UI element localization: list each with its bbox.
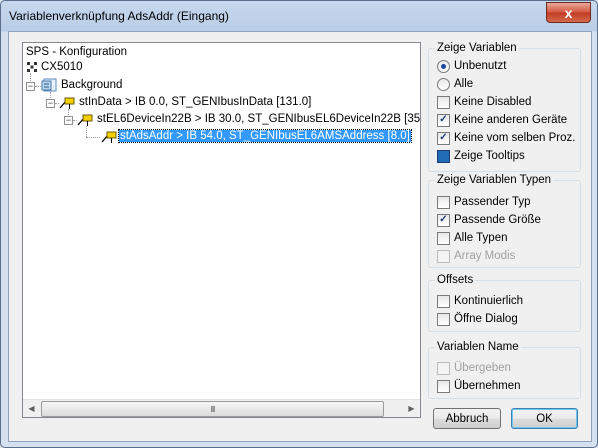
checkbox-unchecked-icon — [437, 379, 450, 393]
group-zeige-variablen: Zeige Variablen Unbenutzt Alle Keine Dis… — [428, 42, 581, 172]
radio-unselected-icon — [437, 77, 450, 91]
scroll-right-arrow-icon[interactable]: ▶ — [403, 400, 420, 417]
scrollbar-thumb[interactable]: III — [41, 401, 384, 417]
close-button[interactable]: x — [546, 2, 591, 23]
checkbox-keine-disabled[interactable]: Keine Disabled — [437, 94, 531, 110]
dialog-client-area: SPS - Konfiguration CX5010 − Background … — [8, 31, 592, 442]
expand-stel6device-toggle[interactable]: − — [64, 116, 73, 125]
input-variable-icon — [59, 97, 75, 109]
ok-button[interactable]: OK — [511, 408, 578, 429]
group-zeige-variablen-typen: Zeige Variablen Typen Passender Typ ✓ Pa… — [428, 174, 581, 268]
checkbox-keine-anderen-geraete[interactable]: ✓ Keine anderen Geräte — [437, 112, 567, 128]
scroll-left-arrow-icon[interactable]: ◀ — [23, 400, 40, 417]
variable-tree[interactable]: SPS - Konfiguration CX5010 − Background … — [22, 42, 421, 418]
tree-stadsaddr-label-selected[interactable]: stAdsAddr > IB 54.0, ST_GENIbusEL6AMSAdd… — [118, 129, 412, 143]
window-title: Variablenverknüpfung AdsAddr (Eingang) — [9, 9, 229, 23]
checkbox-disabled-icon — [437, 249, 450, 263]
tree-stel6device-label[interactable]: stEL6DeviceIn22B > IB 30.0, ST_GENIbusEL… — [97, 112, 420, 127]
checkbox-checked-icon: ✓ — [437, 213, 450, 227]
checkbox-uebernehmen[interactable]: Übernehmen — [437, 378, 520, 394]
input-variable-icon — [101, 131, 117, 143]
checkbox-unchecked-icon — [437, 294, 450, 308]
checkbox-alle-typen[interactable]: Alle Typen — [437, 230, 508, 246]
dialog-window: Variablenverknüpfung AdsAddr (Eingang) x… — [0, 0, 598, 448]
checkbox-keine-vom-selben-proz[interactable]: ✓ Keine vom selben Proz. — [437, 130, 575, 146]
abbruch-button[interactable]: Abbruch — [433, 408, 501, 429]
background-task-icon — [41, 78, 57, 92]
checkbox-passender-typ[interactable]: Passender Typ — [437, 194, 531, 210]
close-icon: x — [564, 4, 573, 21]
checkbox-unchecked-icon — [437, 195, 450, 209]
expand-background-toggle[interactable]: − — [26, 82, 35, 91]
group-offsets: Offsets Kontinuierlich Öffne Dialog — [428, 274, 581, 332]
radio-selected-icon — [437, 59, 450, 73]
checkbox-checked-icon: ✓ — [437, 131, 450, 145]
input-variable-icon — [77, 114, 93, 126]
checkbox-passende-groesse[interactable]: ✓ Passende Größe — [437, 212, 541, 228]
checkbox-disabled-icon — [437, 361, 450, 375]
group-variablen-name: Variablen Name Übergeben Übernehmen — [428, 341, 581, 399]
tree-stindata-label[interactable]: stInData > IB 0.0, ST_GENIbusInData [131… — [79, 95, 311, 110]
horizontal-scrollbar[interactable]: ◀ III ▶ — [23, 399, 420, 417]
title-bar[interactable]: Variablenverknüpfung AdsAddr (Eingang) x — [1, 1, 597, 31]
checkbox-kontinuierlich[interactable]: Kontinuierlich — [437, 293, 523, 309]
plc-device-icon — [27, 62, 37, 72]
checkbox-unchecked-icon — [437, 312, 450, 326]
radio-unbenutzt[interactable]: Unbenutzt — [437, 58, 506, 74]
checkbox-oeffne-dialog[interactable]: Öffne Dialog — [437, 311, 518, 327]
expand-stindata-toggle[interactable]: − — [46, 99, 55, 108]
group-label: Zeige Variablen Typen — [435, 174, 554, 186]
checkbox-indeterminate-icon — [437, 149, 450, 163]
checkbox-uebergeben: Übergeben — [437, 360, 511, 376]
radio-alle[interactable]: Alle — [437, 76, 473, 92]
checkbox-checked-icon: ✓ — [437, 113, 450, 127]
group-label: Variablen Name — [435, 341, 521, 353]
checkbox-array-modis: Array Modis — [437, 248, 515, 264]
checkbox-unchecked-icon — [437, 95, 450, 109]
checkbox-unchecked-icon — [437, 231, 450, 245]
group-label: Offsets — [435, 274, 476, 286]
tree-device-label[interactable]: CX5010 — [41, 60, 83, 75]
checkbox-zeige-tooltips[interactable]: Zeige Tooltips — [437, 148, 525, 164]
group-label: Zeige Variablen — [435, 42, 519, 54]
tree-background-label[interactable]: Background — [61, 78, 122, 93]
tree-root-label[interactable]: SPS - Konfiguration — [26, 45, 127, 60]
